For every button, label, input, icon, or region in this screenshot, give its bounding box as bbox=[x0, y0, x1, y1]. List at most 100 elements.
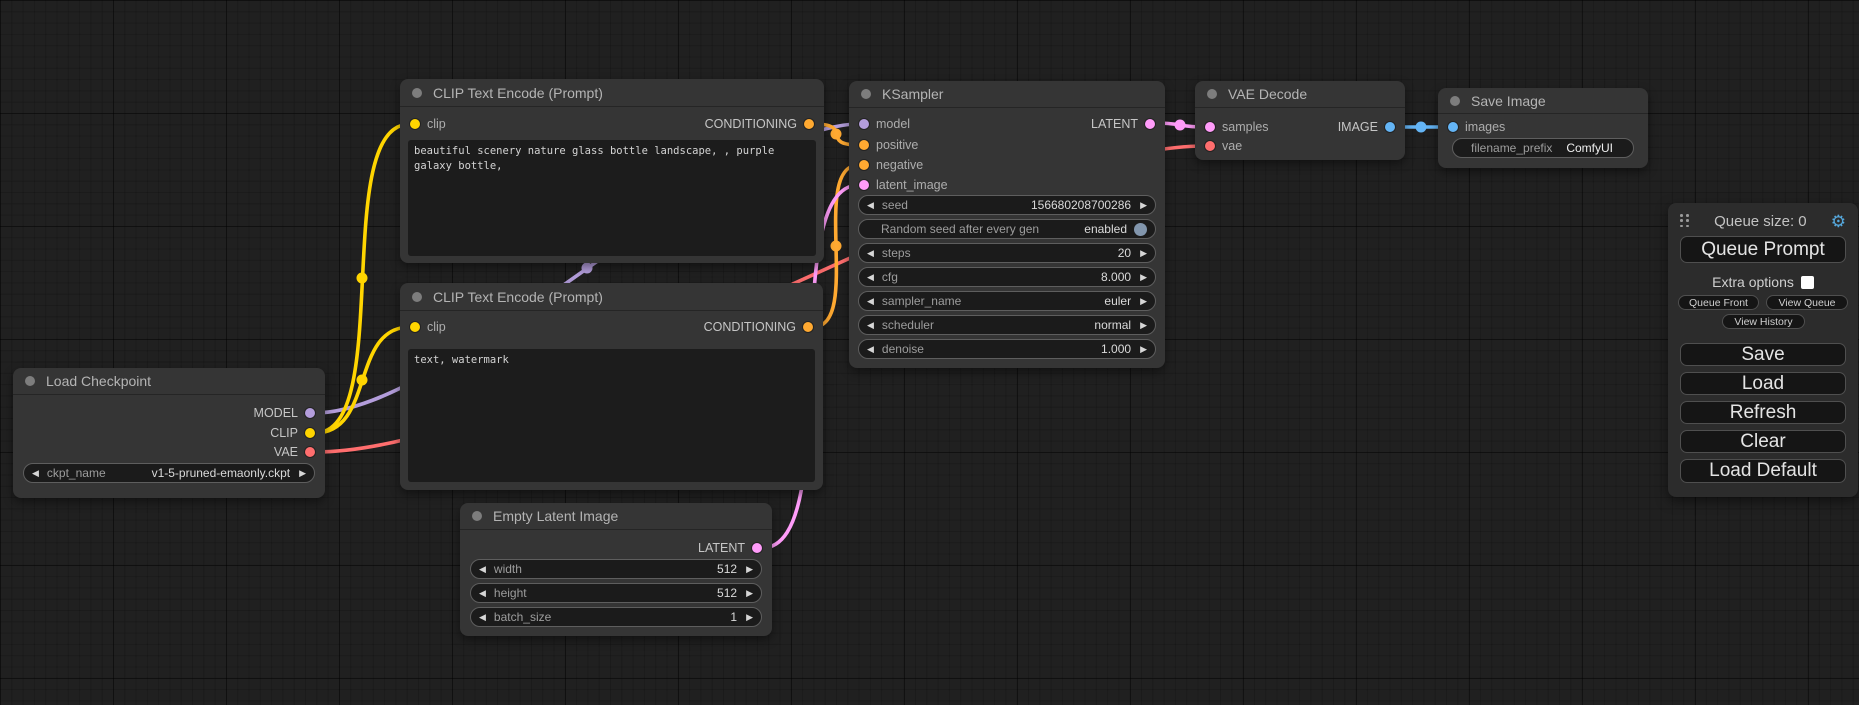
model-input-slot[interactable] bbox=[859, 119, 869, 129]
toggle-on-icon[interactable] bbox=[1134, 223, 1147, 236]
node-clip-positive-header[interactable]: CLIP Text Encode (Prompt) bbox=[400, 79, 824, 107]
queue-front-button[interactable]: Queue Front bbox=[1678, 295, 1759, 310]
stepper-right-icon[interactable]: ▶ bbox=[1140, 249, 1147, 258]
collapse-dot-icon[interactable] bbox=[412, 292, 422, 302]
clip-input-slot[interactable] bbox=[410, 119, 420, 129]
stepper-right-icon[interactable]: ▶ bbox=[1140, 273, 1147, 282]
slot-label-model: model bbox=[876, 117, 910, 131]
vae-input-slot[interactable] bbox=[1205, 141, 1215, 151]
collapse-dot-icon[interactable] bbox=[1450, 96, 1460, 106]
collapse-dot-icon[interactable] bbox=[25, 376, 35, 386]
steps-widget[interactable]: ◀ steps 20 ▶ bbox=[858, 243, 1156, 263]
stepper-right-icon[interactable]: ▶ bbox=[746, 589, 753, 598]
filename-prefix-widget[interactable]: filename_prefix ComfyUI bbox=[1452, 138, 1634, 158]
slot-label-image: IMAGE bbox=[1338, 120, 1378, 134]
latent-image-input-slot[interactable] bbox=[859, 180, 869, 190]
load-default-button[interactable]: Load Default bbox=[1680, 459, 1846, 483]
latent-output-slot[interactable] bbox=[752, 543, 762, 553]
view-queue-button[interactable]: View Queue bbox=[1766, 295, 1848, 310]
seed-widget[interactable]: ◀ seed 156680208700286 ▶ bbox=[858, 195, 1156, 215]
samples-input-slot[interactable] bbox=[1205, 122, 1215, 132]
conditioning-output-slot[interactable] bbox=[803, 322, 813, 332]
collapse-dot-icon[interactable] bbox=[861, 89, 871, 99]
stepper-left-icon[interactable]: ◀ bbox=[867, 273, 874, 282]
view-history-button[interactable]: View History bbox=[1722, 314, 1805, 329]
stepper-right-icon[interactable]: ▶ bbox=[1140, 321, 1147, 330]
vae-output-slot[interactable] bbox=[305, 447, 315, 457]
random-seed-toggle-widget[interactable]: Random seed after every gen enabled bbox=[858, 219, 1156, 239]
node-load-checkpoint[interactable]: Load Checkpoint MODEL CLIP VAE ◀ ckpt_na… bbox=[13, 368, 325, 498]
clip-input-slot[interactable] bbox=[410, 322, 420, 332]
node-title: Empty Latent Image bbox=[493, 508, 618, 524]
slot-label-positive: positive bbox=[876, 138, 918, 152]
model-output-slot[interactable] bbox=[305, 408, 315, 418]
scheduler-widget[interactable]: ◀ scheduler normal ▶ bbox=[858, 315, 1156, 335]
denoise-widget[interactable]: ◀ denoise 1.000 ▶ bbox=[858, 339, 1156, 359]
node-title: Save Image bbox=[1471, 93, 1546, 109]
node-vae-decode[interactable]: VAE Decode samples IMAGE vae bbox=[1195, 81, 1405, 160]
node-empty-latent-image[interactable]: Empty Latent Image LATENT ◀ width 512 ▶ … bbox=[460, 503, 772, 636]
node-vae-decode-header[interactable]: VAE Decode bbox=[1195, 81, 1405, 108]
clear-button[interactable]: Clear bbox=[1680, 430, 1846, 453]
slot-label-latent: LATENT bbox=[1091, 117, 1138, 131]
negative-input-slot[interactable] bbox=[859, 160, 869, 170]
collapse-dot-icon[interactable] bbox=[412, 88, 422, 98]
stepper-right-icon[interactable]: ▶ bbox=[1140, 297, 1147, 306]
extra-options-checkbox[interactable] bbox=[1801, 276, 1814, 289]
negative-prompt-textarea[interactable]: text, watermark bbox=[408, 349, 815, 482]
stepper-left-icon[interactable]: ◀ bbox=[867, 297, 874, 306]
collapse-dot-icon[interactable] bbox=[1207, 89, 1217, 99]
node-title: VAE Decode bbox=[1228, 86, 1307, 102]
image-output-slot[interactable] bbox=[1385, 122, 1395, 132]
stepper-right-icon[interactable]: ▶ bbox=[746, 613, 753, 622]
sampler-name-widget[interactable]: ◀ sampler_name euler ▶ bbox=[858, 291, 1156, 311]
stepper-left-icon[interactable]: ◀ bbox=[479, 589, 486, 598]
ckpt-name-widget[interactable]: ◀ ckpt_name v1-5-pruned-emaonly.ckpt ▶ bbox=[23, 463, 315, 483]
refresh-button[interactable]: Refresh bbox=[1680, 401, 1846, 424]
node-clip-text-encode-negative[interactable]: CLIP Text Encode (Prompt) clip CONDITION… bbox=[400, 283, 823, 490]
slot-label-images: images bbox=[1465, 120, 1505, 134]
stepper-right-icon[interactable]: ▶ bbox=[746, 565, 753, 574]
slot-label-conditioning: CONDITIONING bbox=[704, 320, 796, 334]
cfg-widget[interactable]: ◀ cfg 8.000 ▶ bbox=[858, 267, 1156, 287]
stepper-right-icon[interactable]: ▶ bbox=[1140, 201, 1147, 210]
conditioning-output-slot[interactable] bbox=[804, 119, 814, 129]
stepper-left-icon[interactable]: ◀ bbox=[867, 321, 874, 330]
save-button[interactable]: Save bbox=[1680, 343, 1846, 366]
comfyui-canvas[interactable]: { "colors": { "model": "#B39DDB", "clip"… bbox=[0, 0, 1859, 705]
node-title: KSampler bbox=[882, 86, 943, 102]
node-ksampler-header[interactable]: KSampler bbox=[849, 81, 1165, 108]
load-button[interactable]: Load bbox=[1680, 372, 1846, 395]
stepper-right-icon[interactable]: ▶ bbox=[1140, 345, 1147, 354]
node-empty-latent-header[interactable]: Empty Latent Image bbox=[460, 503, 772, 530]
clip-output-slot[interactable] bbox=[305, 428, 315, 438]
positive-input-slot[interactable] bbox=[859, 140, 869, 150]
stepper-left-icon[interactable]: ◀ bbox=[479, 565, 486, 574]
stepper-left-icon[interactable]: ◀ bbox=[32, 469, 39, 478]
latent-output-slot[interactable] bbox=[1145, 119, 1155, 129]
stepper-left-icon[interactable]: ◀ bbox=[867, 249, 874, 258]
node-save-image-header[interactable]: Save Image bbox=[1438, 88, 1648, 114]
width-widget[interactable]: ◀ width 512 ▶ bbox=[470, 559, 762, 579]
node-load-checkpoint-header[interactable]: Load Checkpoint bbox=[13, 368, 325, 395]
gear-icon[interactable]: ⚙ bbox=[1831, 213, 1846, 230]
stepper-right-icon[interactable]: ▶ bbox=[299, 469, 306, 478]
node-ksampler[interactable]: KSampler model LATENT positive negative … bbox=[849, 81, 1165, 368]
node-clip-text-encode-positive[interactable]: CLIP Text Encode (Prompt) clip CONDITION… bbox=[400, 79, 824, 263]
slot-label-latent: LATENT bbox=[698, 541, 745, 555]
queue-prompt-button[interactable]: Queue Prompt bbox=[1680, 236, 1846, 263]
images-input-slot[interactable] bbox=[1448, 122, 1458, 132]
slot-label-clip: CLIP bbox=[270, 426, 298, 440]
batch-size-widget[interactable]: ◀ batch_size 1 ▶ bbox=[470, 607, 762, 627]
stepper-left-icon[interactable]: ◀ bbox=[479, 613, 486, 622]
positive-prompt-textarea[interactable]: beautiful scenery nature glass bottle la… bbox=[408, 140, 816, 256]
drag-handle-icon[interactable] bbox=[1680, 214, 1690, 228]
collapse-dot-icon[interactable] bbox=[472, 511, 482, 521]
node-clip-negative-header[interactable]: CLIP Text Encode (Prompt) bbox=[400, 283, 823, 311]
stepper-left-icon[interactable]: ◀ bbox=[867, 201, 874, 210]
node-save-image[interactable]: Save Image images filename_prefix ComfyU… bbox=[1438, 88, 1648, 168]
slot-label-model: MODEL bbox=[254, 406, 298, 420]
node-title: CLIP Text Encode (Prompt) bbox=[433, 289, 603, 305]
height-widget[interactable]: ◀ height 512 ▶ bbox=[470, 583, 762, 603]
stepper-left-icon[interactable]: ◀ bbox=[867, 345, 874, 354]
